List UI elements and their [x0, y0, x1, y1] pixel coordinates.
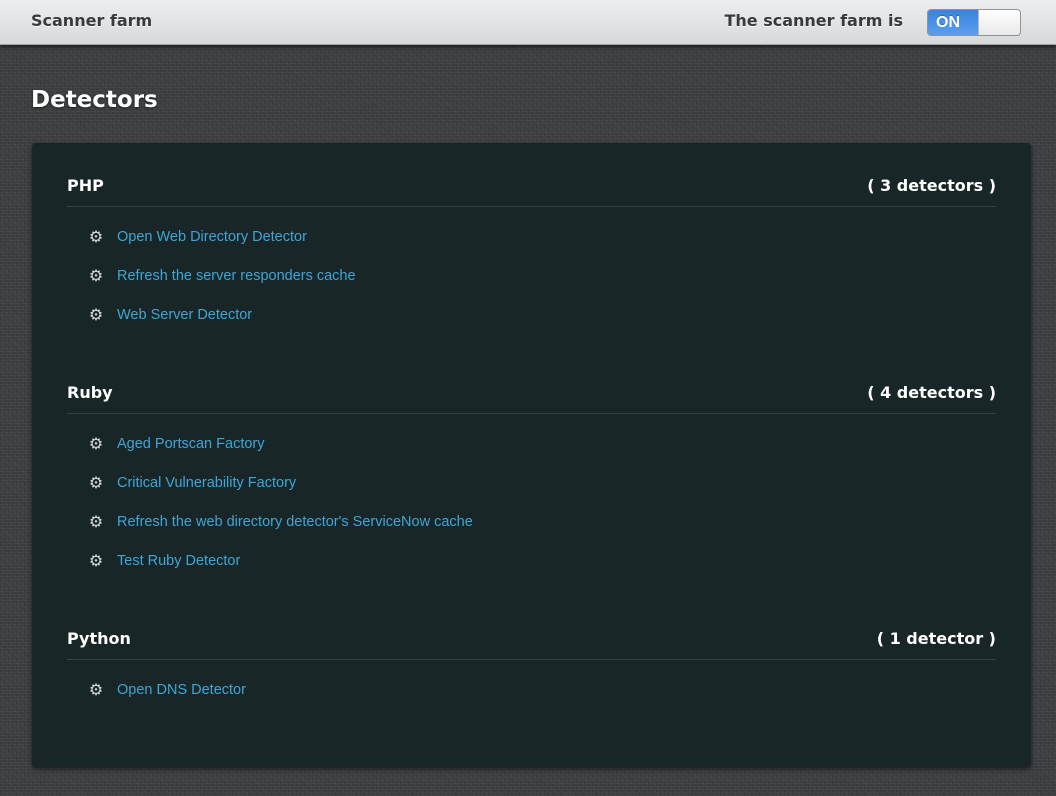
- group-header: Ruby ( 4 detectors ): [67, 350, 996, 414]
- brand-title[interactable]: Scanner farm: [31, 11, 152, 31]
- toggle-on-label: ON: [928, 10, 978, 35]
- detector-group-python: Python ( 1 detector ) ⚙ Open DNS Detecto…: [67, 596, 996, 719]
- detector-link[interactable]: Open Web Directory Detector: [117, 227, 307, 247]
- detector-link[interactable]: Open DNS Detector: [117, 680, 246, 700]
- group-name: Python: [67, 629, 131, 648]
- detector-list: ⚙ Open DNS Detector: [67, 660, 996, 719]
- list-item: ⚙ Aged Portscan Factory: [67, 434, 996, 473]
- group-header: PHP ( 3 detectors ): [67, 143, 996, 207]
- group-count: ( 3 detectors ): [867, 176, 996, 195]
- gear-icon: ⚙: [88, 266, 104, 285]
- detector-list: ⚙ Aged Portscan Factory ⚙ Critical Vulne…: [67, 414, 996, 590]
- detector-list: ⚙ Open Web Directory Detector ⚙ Refresh …: [67, 207, 996, 344]
- group-header: Python ( 1 detector ): [67, 596, 996, 660]
- detector-link[interactable]: Web Server Detector: [117, 305, 252, 325]
- scanner-farm-toggle[interactable]: ON: [927, 9, 1021, 36]
- gear-icon: ⚙: [88, 512, 104, 531]
- detector-group-php: PHP ( 3 detectors ) ⚙ Open Web Directory…: [67, 143, 996, 344]
- gear-icon: ⚙: [88, 680, 104, 699]
- list-item: ⚙ Open Web Directory Detector: [67, 227, 996, 266]
- list-item: ⚙ Refresh the server responders cache: [67, 266, 996, 305]
- detectors-panel: PHP ( 3 detectors ) ⚙ Open Web Directory…: [32, 143, 1031, 767]
- detector-link[interactable]: Aged Portscan Factory: [117, 434, 265, 454]
- gear-icon: ⚙: [88, 227, 104, 246]
- list-item: ⚙ Test Ruby Detector: [67, 551, 996, 590]
- list-item: ⚙ Critical Vulnerability Factory: [67, 473, 996, 512]
- group-name: Ruby: [67, 383, 113, 402]
- scanner-farm-status-label: The scanner farm is: [724, 11, 903, 30]
- list-item: ⚙ Open DNS Detector: [67, 680, 996, 719]
- detector-link[interactable]: Refresh the web directory detector's Ser…: [117, 512, 473, 532]
- detector-link[interactable]: Test Ruby Detector: [117, 551, 240, 571]
- group-count: ( 1 detector ): [876, 629, 996, 648]
- top-bar: Scanner farm The scanner farm is ON: [0, 0, 1056, 45]
- detector-link[interactable]: Refresh the server responders cache: [117, 266, 356, 286]
- toggle-knob[interactable]: [978, 10, 1020, 35]
- gear-icon: ⚙: [88, 473, 104, 492]
- group-count: ( 4 detectors ): [867, 383, 996, 402]
- detector-link[interactable]: Critical Vulnerability Factory: [117, 473, 296, 493]
- detector-group-ruby: Ruby ( 4 detectors ) ⚙ Aged Portscan Fac…: [67, 350, 996, 590]
- gear-icon: ⚙: [88, 434, 104, 453]
- gear-icon: ⚙: [88, 305, 104, 324]
- group-name: PHP: [67, 176, 104, 195]
- list-item: ⚙ Refresh the web directory detector's S…: [67, 512, 996, 551]
- list-item: ⚙ Web Server Detector: [67, 305, 996, 344]
- page-title: Detectors: [31, 87, 158, 113]
- gear-icon: ⚙: [88, 551, 104, 570]
